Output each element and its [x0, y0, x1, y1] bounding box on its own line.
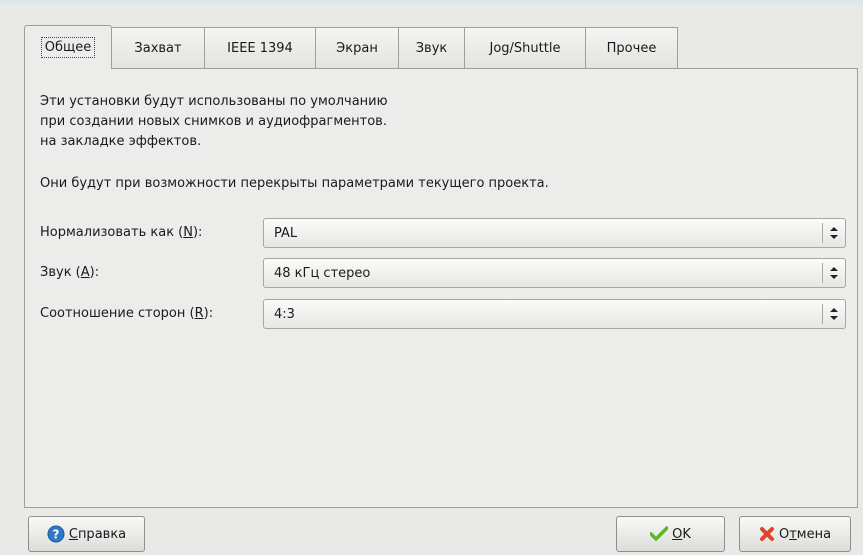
help-button-label: Справка	[68, 526, 127, 542]
cancel-icon	[759, 526, 775, 542]
normalize-combo[interactable]: PAL	[263, 218, 846, 248]
tab-label: Звук	[415, 40, 448, 56]
aspect-ratio-value: 4:3	[274, 306, 295, 322]
cancel-button-label: Отмена	[778, 526, 832, 542]
audio-combo[interactable]: 48 кГц стерео	[263, 258, 846, 288]
tab-general[interactable]: Общее	[24, 25, 112, 69]
tab-ieee1394[interactable]: IEEE 1394	[205, 27, 316, 68]
audio-label: Звук (A):	[40, 265, 100, 280]
tab-label: Захват	[134, 40, 182, 56]
normalize-label: Нормализовать как (N):	[40, 225, 203, 240]
aspect-ratio-combo[interactable]: 4:3	[263, 299, 846, 329]
tab-label: Экран	[336, 40, 378, 56]
description-line: на закладке эффектов.	[40, 134, 202, 149]
description-line: при создании новых снимков и аудиофрагме…	[40, 114, 387, 129]
tab-label: Прочее	[606, 40, 657, 56]
help-button[interactable]: ? Справка	[28, 516, 145, 552]
override-note: Они будут при возможности перекрыты пара…	[40, 176, 549, 191]
tab-display[interactable]: Экран	[316, 27, 399, 68]
audio-value: 48 кГц стерео	[274, 265, 371, 281]
checkmark-icon	[650, 526, 669, 542]
tab-bar: Общее Захват IEEE 1394 Экран Звук Jog/Sh…	[24, 25, 678, 69]
updown-arrows-icon	[823, 226, 845, 240]
tab-label: Общее	[40, 37, 96, 58]
description-text: Эти установки будут использованы по умол…	[40, 92, 388, 152]
tab-audio[interactable]: Звук	[399, 27, 465, 68]
svg-text:?: ?	[52, 528, 59, 542]
tab-capture[interactable]: Захват	[112, 27, 205, 68]
ok-button[interactable]: OK	[616, 516, 725, 552]
normalize-value: PAL	[274, 225, 298, 241]
ok-button-label: OK	[672, 526, 691, 542]
updown-arrows-icon	[823, 266, 845, 280]
cancel-button[interactable]: Отмена	[739, 516, 851, 552]
updown-arrows-icon	[823, 307, 845, 321]
tab-label: IEEE 1394	[227, 40, 293, 56]
aspect-ratio-label: Соотношение сторон (R):	[40, 306, 214, 321]
tab-jog-shuttle[interactable]: Jog/Shuttle	[465, 27, 586, 68]
tab-label: Jog/Shuttle	[489, 40, 561, 56]
help-icon: ?	[47, 525, 65, 543]
description-line: Эти установки будут использованы по умол…	[40, 94, 388, 109]
window-frame-top	[0, 0, 863, 6]
tab-misc[interactable]: Прочее	[586, 27, 678, 68]
